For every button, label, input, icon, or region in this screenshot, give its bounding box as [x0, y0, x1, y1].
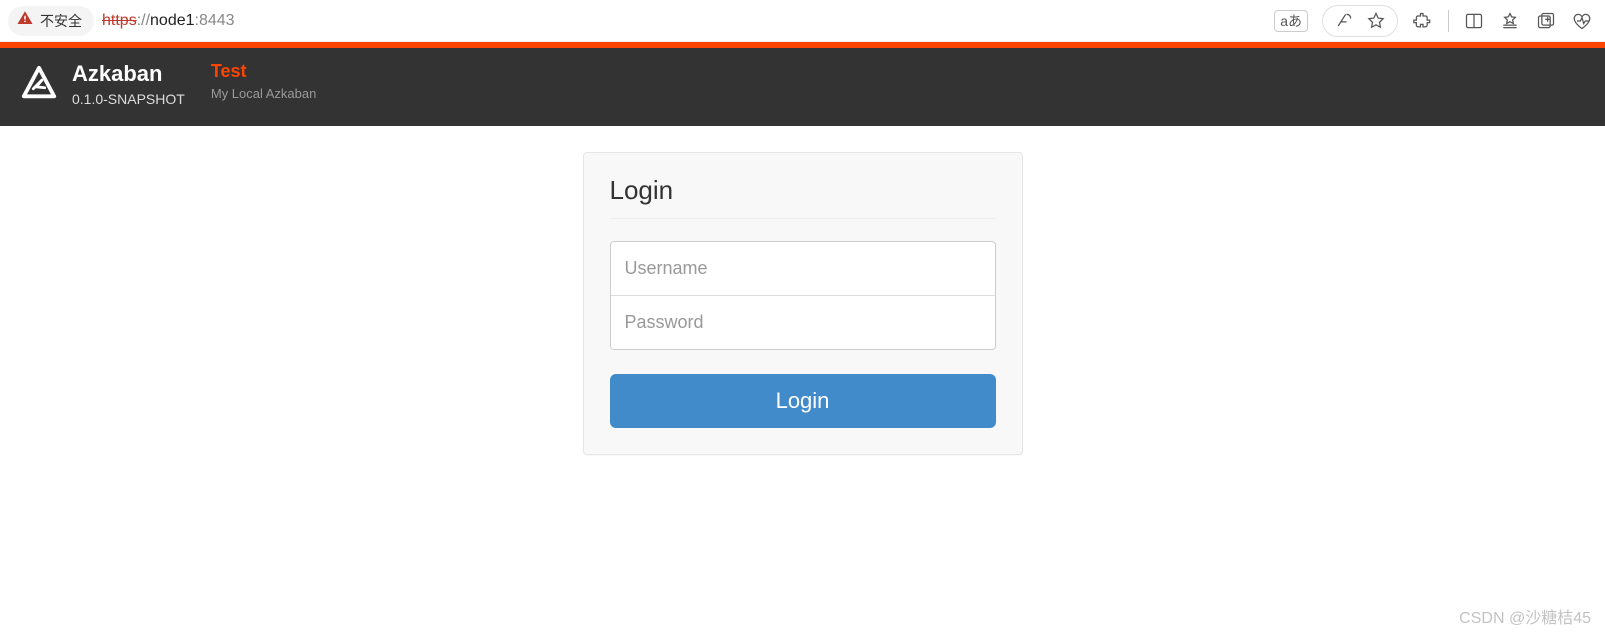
toolbar-divider [1448, 10, 1449, 32]
credentials-field-group [610, 241, 996, 350]
warning-icon [16, 9, 34, 32]
password-input[interactable] [611, 296, 995, 349]
security-label: 不安全 [40, 11, 82, 31]
login-button[interactable]: Login [610, 374, 996, 428]
url-host: node1 [150, 12, 195, 30]
favorite-pill [1322, 5, 1398, 37]
performance-icon[interactable] [1571, 10, 1593, 32]
username-input[interactable] [611, 242, 995, 296]
login-title: Login [610, 175, 996, 219]
split-screen-icon[interactable] [1463, 10, 1485, 32]
security-chip[interactable]: 不安全 [8, 6, 94, 36]
login-container: Login Login [0, 126, 1605, 455]
address-bar-url[interactable]: https://node1:8443 [102, 12, 235, 30]
url-protocol: https [102, 12, 137, 30]
url-separator: :// [137, 12, 150, 30]
favorites-list-icon[interactable] [1499, 10, 1521, 32]
browser-toolbar: 不安全 https://node1:8443 aあ [0, 0, 1605, 42]
brand-title: Azkaban [72, 62, 185, 86]
watermark: CSDN @沙糖桔45 [1459, 604, 1591, 628]
brand-block: Azkaban 0.1.0-SNAPSHOT [72, 62, 185, 110]
login-panel: Login Login [583, 152, 1023, 455]
url-port: :8443 [195, 12, 235, 30]
environment-description: My Local Azkaban [211, 86, 317, 101]
brand-version: 0.1.0-SNAPSHOT [72, 90, 185, 110]
app-header: Azkaban 0.1.0-SNAPSHOT Test My Local Azk… [0, 48, 1605, 126]
extensions-icon[interactable] [1412, 10, 1434, 32]
star-icon[interactable] [1365, 10, 1387, 32]
read-aloud-icon[interactable] [1333, 10, 1355, 32]
azkaban-logo-icon [20, 64, 58, 102]
translate-icon[interactable]: aあ [1274, 10, 1308, 32]
environment-block: Test My Local Azkaban [211, 62, 317, 101]
collections-icon[interactable] [1535, 10, 1557, 32]
toolbar-actions: aあ [1274, 5, 1597, 37]
environment-label: Test [211, 62, 317, 82]
